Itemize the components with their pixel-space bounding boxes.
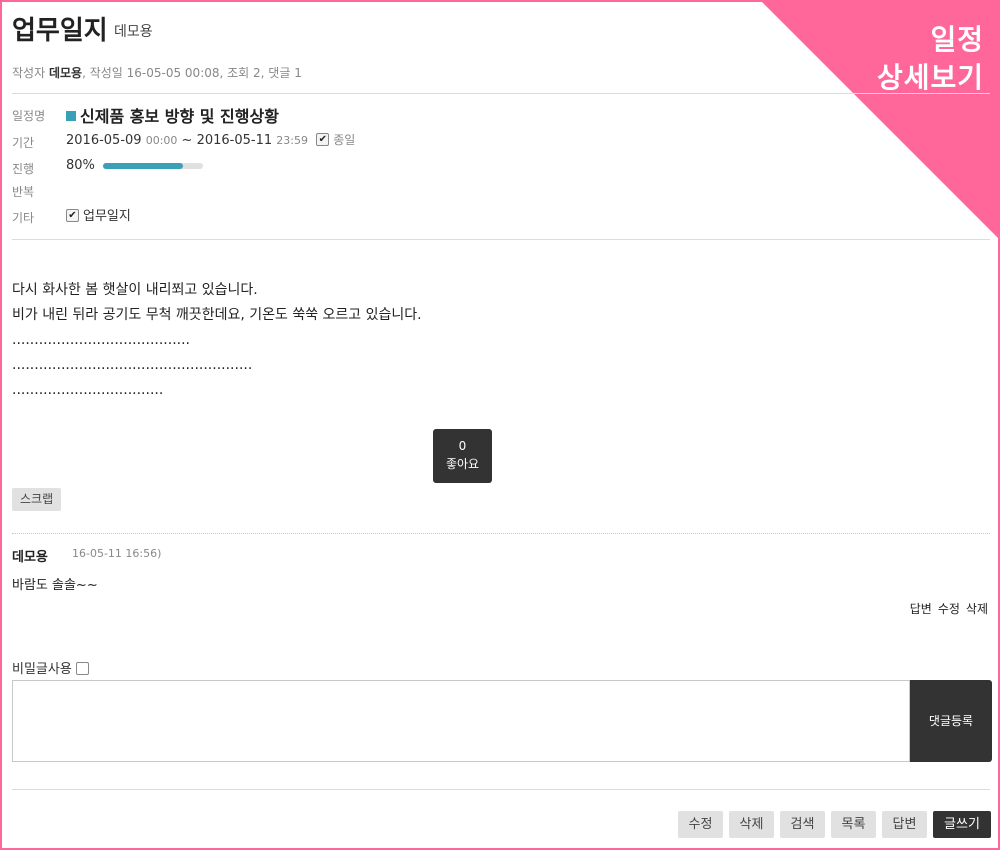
post-content: 다시 화사한 봄 햇살이 내리쬐고 있습니다. 비가 내린 뒤라 공기도 무척 … [12,278,422,403]
comment-input[interactable] [12,680,910,762]
end-time: 23:59 [276,134,308,147]
etc-label: 기타 [12,211,35,225]
etc-value: ✔ 업무일지 [66,205,131,224]
event-title: 신제품 홍보 방향 및 진행상황 [66,103,279,127]
color-square-icon [66,110,76,121]
write-button[interactable]: 글쓰기 [933,811,991,838]
period-label: 기간 [12,136,35,150]
progress-bar [102,162,203,169]
content-line: 비가 내린 뒤라 공기도 무척 깨끗한데요, 기온도 쑥쑥 오르고 있습니다. [12,307,422,323]
comment-text: 바람도 솔솔~~ [12,578,98,593]
post-meta-rest: , 작성일 16-05-05 00:08, 조회 2, 댓글 1 [82,66,302,80]
delete-button[interactable]: 삭제 [729,811,774,838]
author-label: 작성자 [12,66,46,80]
comment-date: 16-05-11 16:56) [72,547,162,560]
divider [12,93,990,94]
etc-value-text: 업무일지 [83,209,131,224]
like-button[interactable]: 0 좋아요 [433,429,492,483]
etc-checkbox[interactable]: ✔ [66,209,79,222]
reply-button[interactable]: 답변 [882,811,927,838]
list-button[interactable]: 목록 [831,811,876,838]
event-name-label: 일정명 [12,109,46,123]
scrap-button[interactable]: 스크랩 [12,488,62,511]
start-date: 2016-05-09 [66,133,142,148]
corner-badge-line2: 상세보기 [876,61,984,94]
comment-delete-link[interactable]: 삭제 [966,602,988,616]
secret-label: 비밀글사용 [12,662,72,677]
comment-reply-link[interactable]: 답변 [910,602,932,616]
period-separator: ~ [181,133,193,148]
like-count: 0 [458,439,467,453]
like-label: 좋아요 [445,457,480,471]
search-button[interactable]: 검색 [780,811,825,838]
progress-value: 80% [66,158,203,173]
start-time: 00:00 [145,134,178,147]
corner-badge-line1: 일정 [930,23,984,56]
author-name: 데모용 [48,66,83,80]
allday-label: 종일 [333,133,356,147]
content-line: 다시 화사한 봄 햇살이 내리쬐고 있습니다. [12,282,258,298]
content-line: .................................. [12,382,164,398]
content-line: ........................................ [12,332,191,348]
allday-checkbox[interactable]: ✔ [316,133,330,146]
secret-checkbox[interactable] [75,662,89,675]
content-line: ........................................… [12,357,253,373]
divider [12,533,990,534]
comment-actions: 답변 수정 삭제 [904,600,988,617]
comment-submit-button[interactable]: 댓글등록 [910,680,992,762]
edit-button[interactable]: 수정 [678,811,723,838]
progress-text: 80% [66,158,95,173]
period-value: 2016-05-09 00:00 ~ 2016-05-11 23:59 ✔ 종일 [66,131,355,148]
divider [12,239,990,240]
post-meta: 작성자 데모용, 작성일 16-05-05 00:08, 조회 2, 댓글 1 [12,64,302,81]
progress-bar-fill [102,162,183,169]
comment-edit-link[interactable]: 수정 [938,602,960,616]
progress-label: 진행 [12,162,35,176]
repeat-label: 반복 [12,185,35,199]
page-title: 업무일지 [12,16,108,46]
page-subtitle: 데모용 [114,24,153,40]
comment-author: 데모용 [12,550,48,565]
event-title-text: 신제품 홍보 방향 및 진행상황 [80,107,279,126]
secret-option: 비밀글사용 [12,658,93,677]
divider [12,789,990,790]
end-date: 2016-05-11 [196,133,273,148]
